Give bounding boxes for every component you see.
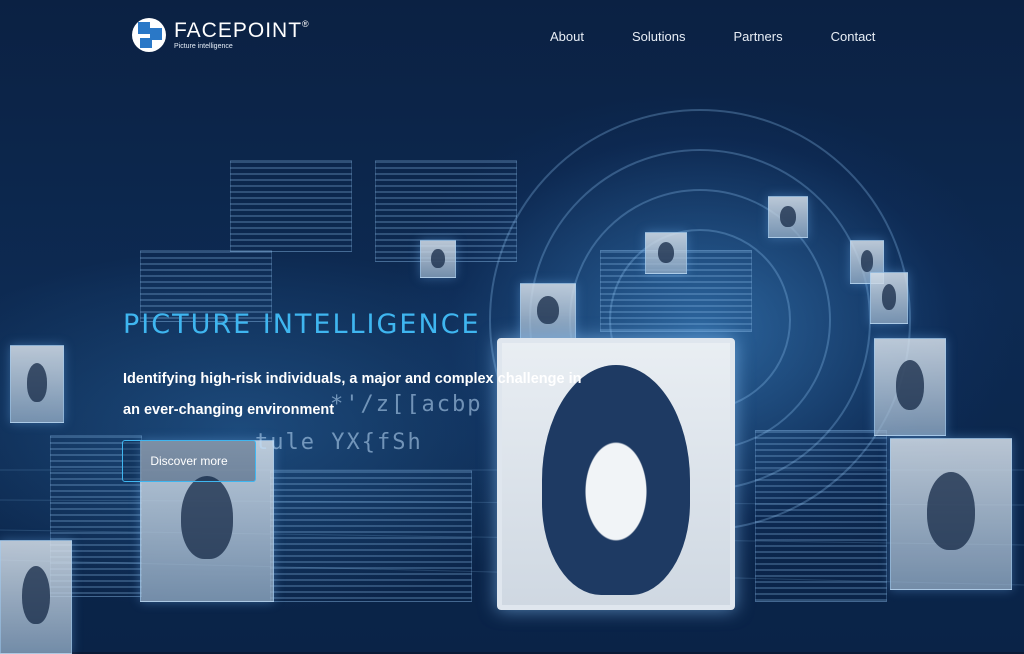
data-panel [755,430,887,602]
face-card [890,438,1012,590]
face-card [0,540,72,654]
nav-solutions[interactable]: Solutions [632,29,685,44]
nav-contact[interactable]: Contact [831,29,876,44]
data-panel [270,470,472,602]
discover-more-button[interactable]: Discover more [122,440,256,482]
face-card [520,283,576,339]
face-card [768,196,808,238]
face-card [420,240,456,278]
background-glyphs: tule YX{fSh [255,430,423,455]
facepoint-logo-icon [132,18,166,52]
hero-subtitle: Identifying high-risk individuals, a maj… [123,371,582,418]
hero-title: PICTURE INTELLIGENCE [123,309,481,340]
brand-tagline: Picture intelligence [174,43,233,50]
site-header: FACEPOINT® Picture intelligence About So… [0,0,1024,76]
face-card [874,338,946,436]
nav-about[interactable]: About [550,29,584,44]
main-nav: About Solutions Partners Contact [550,29,923,44]
registered-mark: ® [302,19,310,29]
nav-partners[interactable]: Partners [733,29,782,44]
face-card [10,345,64,423]
logo[interactable]: FACEPOINT® Picture intelligence [132,18,310,52]
face-card [645,232,687,274]
face-card [870,272,908,324]
brand-name: FACEPOINT® [174,19,310,42]
data-panel [230,160,352,252]
